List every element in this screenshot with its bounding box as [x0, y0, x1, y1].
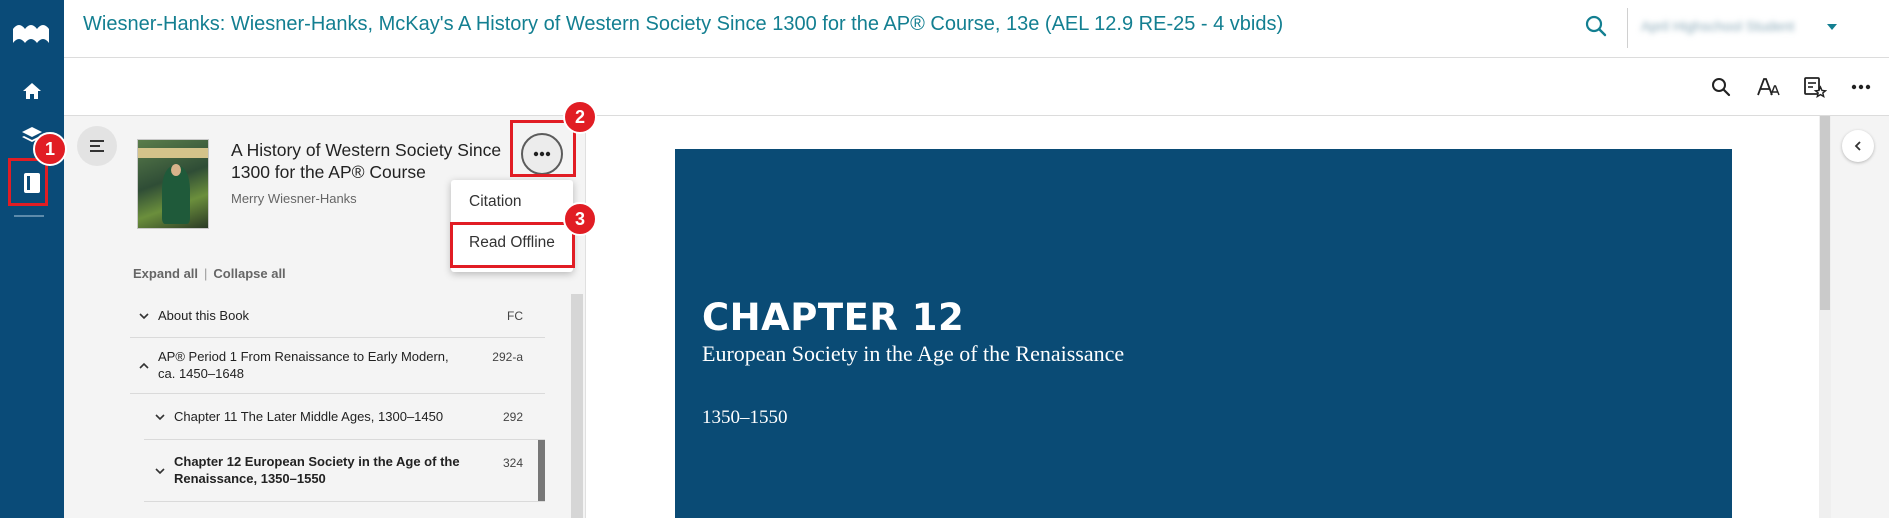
highlight-box [450, 222, 575, 268]
more-options-icon[interactable] [1848, 74, 1874, 100]
reader-toolbar [64, 58, 1889, 116]
toc-item[interactable]: About this Book FC [130, 294, 545, 338]
chevron-down-icon [139, 312, 149, 319]
toc-item-label: Chapter 11 The Later Middle Ages, 1300–1… [174, 409, 444, 424]
search-icon[interactable] [1584, 14, 1608, 43]
toc-item[interactable]: AP® Period 1 From Renaissance to Early M… [130, 338, 545, 394]
book-author: Merry Wiesner-Hanks [231, 191, 357, 206]
step-badge: 2 [563, 100, 597, 134]
step-badge: 3 [563, 202, 597, 236]
toc-item-active[interactable]: Chapter 12 European Society in the Age o… [144, 440, 545, 502]
expand-all-link[interactable]: Expand all [133, 266, 198, 281]
toc-item-label: Chapter 12 European Society in the Age o… [174, 454, 460, 486]
chapter-dates: 1350–1550 [702, 407, 788, 428]
rail-divider [14, 215, 44, 217]
toc-item-page: 324 [502, 456, 523, 470]
left-nav-rail [0, 0, 64, 518]
citation-menu-item[interactable]: Citation [469, 193, 522, 211]
highlight-box [510, 120, 576, 177]
collapse-all-link[interactable]: Collapse all [213, 266, 285, 281]
toc-item-label: AP® Period 1 From Renaissance to Early M… [158, 349, 449, 381]
toc-item[interactable]: Chapter 11 The Later Middle Ages, 1300–1… [144, 394, 545, 440]
chevron-down-icon [155, 467, 165, 474]
step-badge: 1 [33, 132, 67, 166]
page-title: Wiesner-Hanks: Wiesner-Hanks, McKay's A … [83, 13, 1284, 35]
toc-item-page: 292-a [492, 350, 523, 364]
chevron-down-icon [155, 413, 165, 420]
toc-item-label: About this Book [158, 308, 250, 323]
highlight-box [8, 158, 48, 206]
chevron-down-icon[interactable] [1827, 24, 1837, 30]
search-icon[interactable] [1708, 74, 1734, 100]
header-divider [1627, 8, 1628, 48]
home-icon[interactable] [0, 71, 64, 111]
table-of-contents-panel: A History of Western Society Since 1300 … [64, 116, 586, 518]
book-cover-image [137, 139, 209, 229]
toc-expand-controls: Expand all | Collapse all [133, 266, 286, 281]
chapter-title: European Society in the Age of the Renai… [702, 341, 1125, 366]
user-name[interactable]: April Highschool Student [1641, 18, 1794, 34]
toc-item-page: 292 [502, 410, 523, 424]
chapter-number: CHAPTER 12 [702, 296, 965, 339]
macmillan-logo-icon [12, 19, 50, 45]
toc-item-page: FC [507, 309, 523, 323]
chevron-left-icon[interactable] [1842, 130, 1874, 162]
reader-content: CHAPTER 12 European Society in the Age o… [587, 116, 1819, 518]
app-window: Wiesner-Hanks: Wiesner-Hanks, McKay's A … [0, 0, 1889, 518]
chevron-up-icon [139, 362, 149, 369]
reader-scrollbar[interactable] [1819, 116, 1831, 518]
toc-scrollbar[interactable] [571, 294, 583, 518]
app-header: Wiesner-Hanks: Wiesner-Hanks, McKay's A … [64, 0, 1889, 58]
scrollbar-thumb[interactable] [1820, 116, 1830, 310]
right-panel [1831, 116, 1889, 518]
book-title: A History of Western Society Since 1300 … [231, 140, 502, 182]
bookmarks-icon[interactable] [1802, 74, 1828, 100]
chapter-opener: CHAPTER 12 European Society in the Age o… [675, 149, 1732, 518]
toc-list: About this Book FC AP® Period 1 From Ren… [130, 294, 545, 502]
text-size-icon[interactable] [1755, 74, 1781, 100]
menu-icon[interactable] [77, 126, 117, 166]
active-indicator [538, 440, 545, 501]
